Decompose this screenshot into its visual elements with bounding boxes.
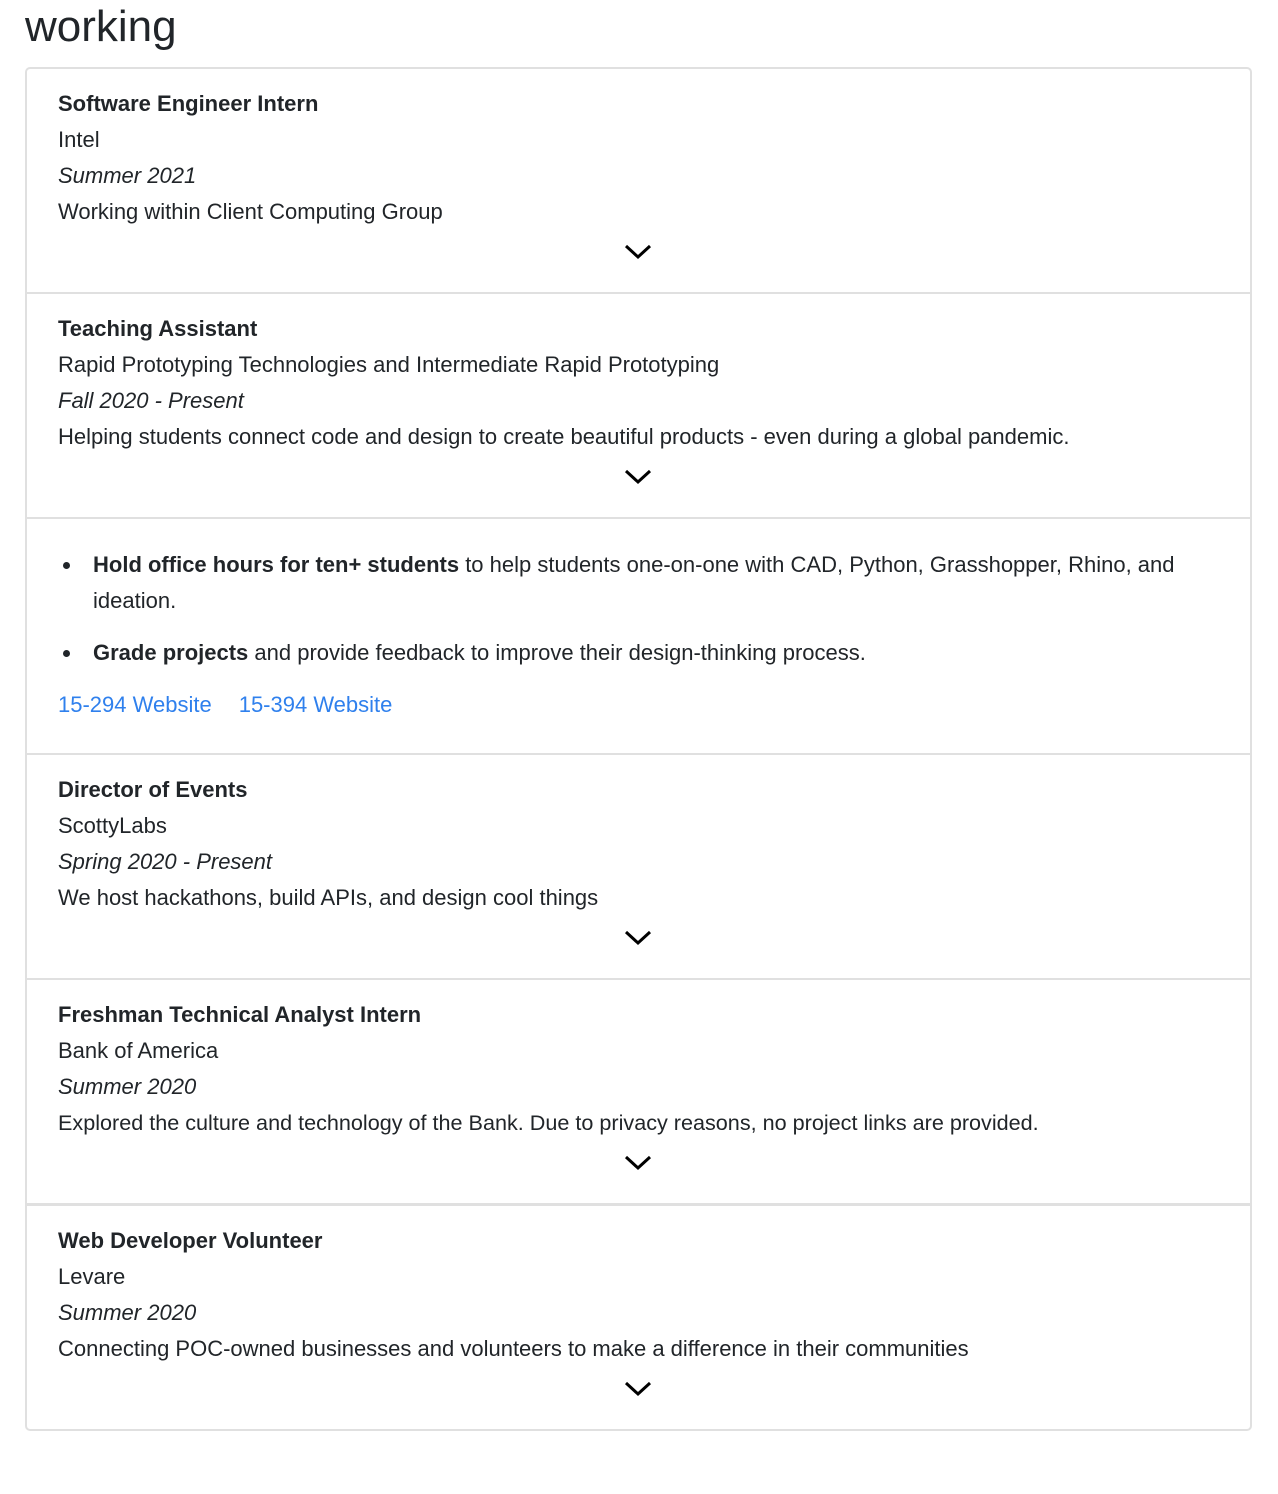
bullet-bold: Hold office hours for ten+ students <box>93 552 460 577</box>
links: 15-294 Website 15-394 Website <box>58 687 1218 723</box>
experience-card[interactable]: Teaching Assistant Rapid Prototyping Tec… <box>27 294 1250 519</box>
description: Working within Client Computing Group <box>58 199 443 224</box>
course-15-394-link[interactable]: 15-394 Website <box>239 692 393 717</box>
chevron-down-icon <box>624 244 652 260</box>
experience-card[interactable]: Software Engineer Intern Intel Summer 20… <box>27 69 1250 294</box>
expand-toggle[interactable] <box>58 1367 1218 1429</box>
description: Explored the culture and technology of t… <box>58 1110 1039 1135</box>
expand-toggle[interactable] <box>58 1141 1218 1203</box>
organization: Rapid Prototyping Technologies and Inter… <box>58 352 720 377</box>
chevron-down-icon <box>624 1155 652 1171</box>
list-item: Hold office hours for ten+ students to h… <box>58 547 1218 619</box>
date-range: Summer 2021 <box>58 163 197 188</box>
job-title: Software Engineer Intern <box>58 91 319 116</box>
date-range: Fall 2020 - Present <box>58 388 244 413</box>
expanded-details: Hold office hours for ten+ students to h… <box>27 519 1250 755</box>
expand-toggle[interactable] <box>58 230 1218 292</box>
date-range: Spring 2020 - Present <box>58 849 273 874</box>
expand-toggle[interactable] <box>58 916 1218 978</box>
job-title: Freshman Technical Analyst Intern <box>58 1002 422 1027</box>
list-item: Grade projects and provide feedback to i… <box>58 635 1218 671</box>
organization: Bank of America <box>58 1038 219 1063</box>
course-15-294-link[interactable]: 15-294 Website <box>58 692 212 717</box>
chevron-down-icon <box>624 930 652 946</box>
job-title: Web Developer Volunteer <box>58 1228 323 1253</box>
organization: Intel <box>58 127 100 152</box>
details-list: Hold office hours for ten+ students to h… <box>58 547 1218 671</box>
bullet-text: and provide feedback to improve their de… <box>248 640 866 665</box>
date-range: Summer 2020 <box>58 1300 197 1325</box>
expand-toggle[interactable] <box>58 455 1218 517</box>
description: Connecting POC-owned businesses and volu… <box>58 1336 969 1361</box>
description: We host hackathons, build APIs, and desi… <box>58 885 599 910</box>
job-title: Director of Events <box>58 777 248 802</box>
experience-card[interactable]: Director of Events ScottyLabs Spring 202… <box>27 755 1250 980</box>
organization: ScottyLabs <box>58 813 167 838</box>
experience-accordion: Software Engineer Intern Intel Summer 20… <box>25 67 1252 1431</box>
chevron-down-icon <box>624 1381 652 1397</box>
experience-card[interactable]: Freshman Technical Analyst Intern Bank o… <box>27 980 1250 1206</box>
bullet-bold: Grade projects <box>93 640 249 665</box>
description: Helping students connect code and design… <box>58 424 1070 449</box>
experience-card[interactable]: Web Developer Volunteer Levare Summer 20… <box>27 1206 1250 1429</box>
section-heading: working <box>25 2 177 51</box>
date-range: Summer 2020 <box>58 1074 197 1099</box>
chevron-down-icon <box>624 469 652 485</box>
organization: Levare <box>58 1264 126 1289</box>
job-title: Teaching Assistant <box>58 316 258 341</box>
